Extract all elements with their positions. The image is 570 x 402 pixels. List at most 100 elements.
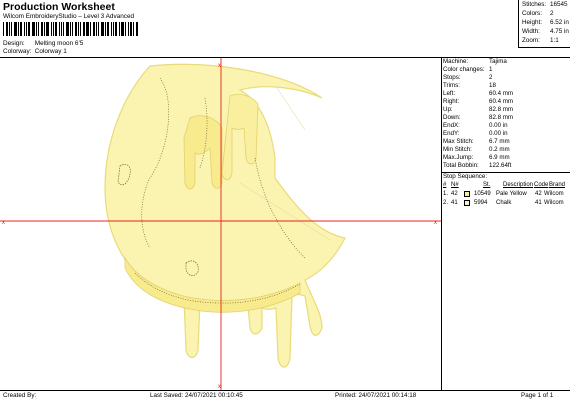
barcode-bar <box>98 22 100 36</box>
design-label: Design: <box>3 40 25 47</box>
info-endx: EndX: 0.00 in <box>443 122 508 129</box>
barcode-bar <box>13 22 17 36</box>
barcode-bar <box>124 22 126 36</box>
stat-colors: Colors: 2 <box>522 10 554 17</box>
design-name: Melting moon 6'5 <box>34 40 84 47</box>
jump-line <box>276 87 306 131</box>
barcode-bar <box>17 22 19 36</box>
barcode-bar <box>80 22 82 36</box>
barcode-bar <box>54 22 57 36</box>
footer-divider <box>0 390 570 391</box>
barcode-bar <box>23 22 25 36</box>
stat-height: Height: 6.52 in <box>522 19 569 26</box>
stop-sequence-header: # N# St. Description Code Brand <box>443 181 570 189</box>
info-right: Right: 60.4 mm <box>443 98 514 105</box>
thread-swatch <box>464 200 470 206</box>
table-row: 1. 42 10549 Pale Yellow 42 Wilcom <box>443 191 564 197</box>
barcode-bar <box>107 22 110 36</box>
barcode <box>3 22 139 36</box>
barcode-bar <box>113 22 115 36</box>
info-endy: EndY: 0.00 in <box>443 130 508 137</box>
barcode-bar <box>5 22 8 36</box>
software-subtitle: Wilcom EmbroideryStudio – Level 3 Advanc… <box>3 13 135 20</box>
info-machine: Machine: Tajima <box>443 58 507 65</box>
stop-sequence-title: Stop Sequence: <box>443 173 488 180</box>
stat-zoom: Zoom: 1:1 <box>522 37 559 44</box>
barcode-bar <box>83 22 86 36</box>
info-color-changes: Color changes: 1 <box>443 66 493 73</box>
stats-box: Stitches: 16545 Colors: 2 Height: 6.52 in W… <box>518 0 570 48</box>
barcode-bar <box>101 22 105 36</box>
stat-stitches: Stitches: 16545 <box>522 1 568 8</box>
colorway-name: Colorway 1 <box>34 48 67 55</box>
barcode-bar <box>111 22 113 36</box>
barcode-bar <box>132 22 134 36</box>
crosshair-marker-left: x <box>2 220 5 226</box>
col-n: N# <box>451 182 459 188</box>
barcode-bar <box>121 22 124 36</box>
barcode-bar <box>96 22 98 36</box>
info-max-jump: Max.Jump: 6.9 mm <box>443 154 510 161</box>
info-max-stitch: Max Stitch: 6.7 mm <box>443 138 510 145</box>
worksheet-header: Production Worksheet Wilcom EmbroiderySt… <box>0 0 570 60</box>
barcode-bar <box>127 22 129 36</box>
colorway-label: Colorway: <box>3 48 32 55</box>
barcode-bar <box>10 22 12 36</box>
barcode-bar <box>78 22 80 36</box>
barcode-bar <box>43 22 45 36</box>
footer-created-by: Created By: <box>3 392 37 399</box>
page-title: Production Worksheet <box>3 1 115 13</box>
moon-shape <box>104 63 346 368</box>
info-total-bobbin: Total Bobbin: 122.64ft <box>443 162 512 169</box>
barcode-bar <box>90 22 92 36</box>
barcode-bar <box>50 22 52 36</box>
barcode-bar <box>105 22 107 36</box>
machine-info-panel: Machine: Tajima Color changes: 1 Stops: 2 T… <box>443 58 570 170</box>
barcode-bar <box>119 22 120 36</box>
barcode-bar <box>93 22 96 36</box>
footer-last-saved: Last Saved: 24/07/2021 00:10:45 <box>150 392 243 399</box>
barcode-bar <box>72 22 74 36</box>
melting-moon-design <box>104 63 346 368</box>
barcode-bar <box>63 22 65 36</box>
barcode-bar <box>3 22 4 36</box>
barcode-bar <box>58 22 60 36</box>
info-trims: Trims: 18 <box>443 82 496 89</box>
barcode-bar <box>135 22 138 36</box>
barcode-bar <box>66 22 70 36</box>
col-num: # <box>443 182 447 188</box>
col-brand: Brand <box>549 182 566 188</box>
stat-width: Width: 4.75 in <box>522 28 569 35</box>
barcode-bar <box>115 22 118 36</box>
barcode-bar <box>35 22 37 36</box>
barcode-bar <box>129 22 132 36</box>
barcode-bar <box>70 22 72 36</box>
barcode-bar <box>37 22 39 36</box>
barcode-bar <box>60 22 63 36</box>
table-row: 2. 41 5994 Chalk 41 Wilcom <box>443 200 564 206</box>
info-down: Down: 82.8 mm <box>443 114 514 121</box>
col-description: Description <box>503 182 534 188</box>
info-up: Up: 82.8 mm <box>443 106 514 113</box>
worksheet-page: Production Worksheet Wilcom EmbroiderySt… <box>0 0 570 402</box>
barcode-bar <box>40 22 43 36</box>
colorway-line: Colorway: Colorway 1 <box>3 48 67 55</box>
footer-printed: Printed: 24/07/2021 00:14:18 <box>335 392 417 399</box>
info-left: Left: 60.4 mm <box>443 90 514 97</box>
info-min-stitch: Min Stitch: 0.2 mm <box>443 146 510 153</box>
barcode-bar <box>75 22 78 36</box>
barcode-bar <box>31 22 35 36</box>
info-stops: Stops: 2 <box>443 74 493 81</box>
barcode-bar <box>86 22 90 36</box>
design-preview: x x x x <box>0 58 441 390</box>
crosshair-marker-top: x <box>218 63 221 69</box>
barcode-bar <box>19 22 22 36</box>
col-code: Code <box>534 182 549 188</box>
barcode-bar <box>8 22 10 36</box>
footer-page: Page 1 of 1 <box>521 392 554 399</box>
thread-swatch <box>464 191 470 197</box>
barcode-bar <box>27 22 30 36</box>
panel-divider <box>441 58 442 390</box>
design-line: Design: Melting moon 6'5 <box>3 40 83 47</box>
barcode-bar <box>25 22 27 36</box>
